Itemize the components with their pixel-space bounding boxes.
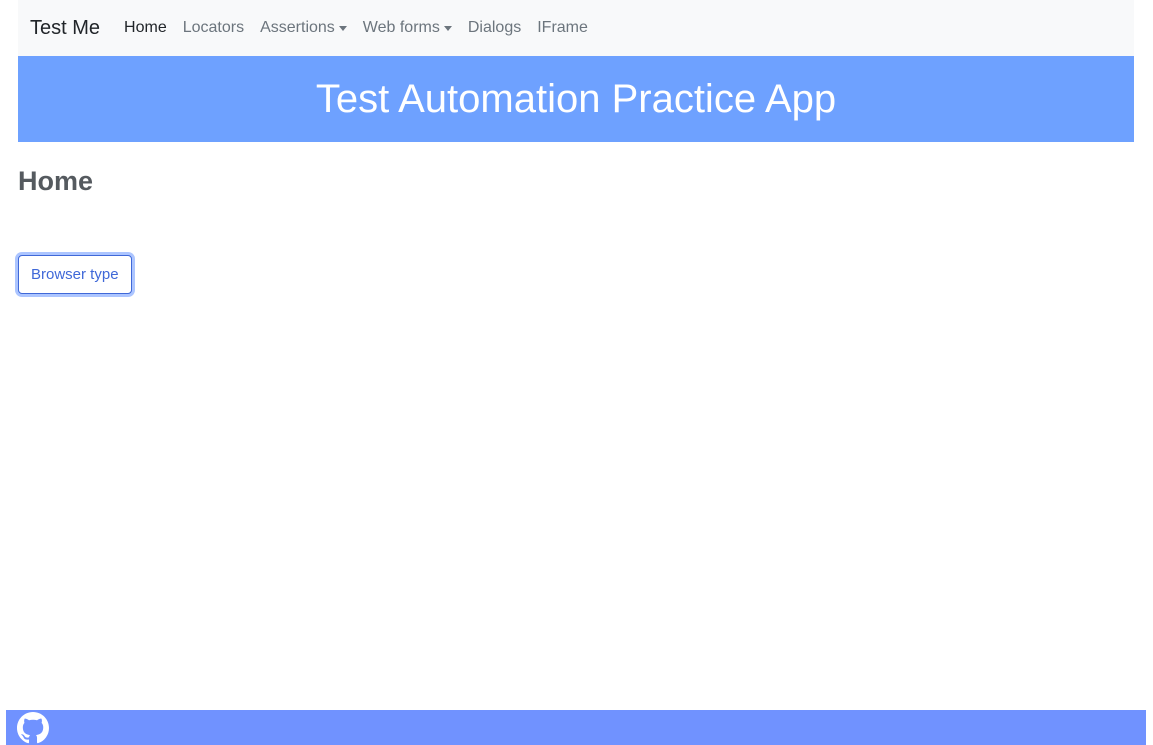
caret-down-icon <box>338 25 347 31</box>
nav-item-iframe-label: IFrame <box>537 19 588 36</box>
nav-item-assertions-label: Assertions <box>260 19 335 36</box>
navbar-brand[interactable]: Test Me <box>30 17 100 40</box>
browser-type-button[interactable]: Browser type <box>18 255 132 294</box>
github-icon-graphic <box>17 711 49 743</box>
caret-down-icon <box>443 25 452 31</box>
header-banner: Test Automation Practice App <box>18 56 1134 142</box>
nav-item-home[interactable]: Home <box>116 19 175 37</box>
page-title: Home <box>18 166 94 196</box>
nav-item-locators[interactable]: Locators <box>175 19 252 37</box>
top-navbar: Test Me Home Locators Assertions Web for… <box>18 0 1134 56</box>
footer <box>6 710 1146 745</box>
nav-item-assertions-dropdown[interactable]: Assertions <box>252 19 355 37</box>
nav-item-locators-label: Locators <box>182 19 245 36</box>
nav-item-web-forms-label: Web forms <box>362 19 440 36</box>
nav-item-iframe[interactable]: IFrame <box>529 19 596 37</box>
nav-item-dialogs-label: Dialogs <box>467 19 522 36</box>
page: Test Me Home Locators Assertions Web for… <box>0 0 1153 745</box>
nav-item-web-forms-dropdown[interactable]: Web forms <box>355 19 460 37</box>
banner-title: Test Automation Practice App <box>315 76 837 121</box>
github-icon[interactable] <box>17 711 49 744</box>
nav-item-dialogs[interactable]: Dialogs <box>460 19 529 37</box>
nav-item-home-label: Home <box>124 19 167 36</box>
